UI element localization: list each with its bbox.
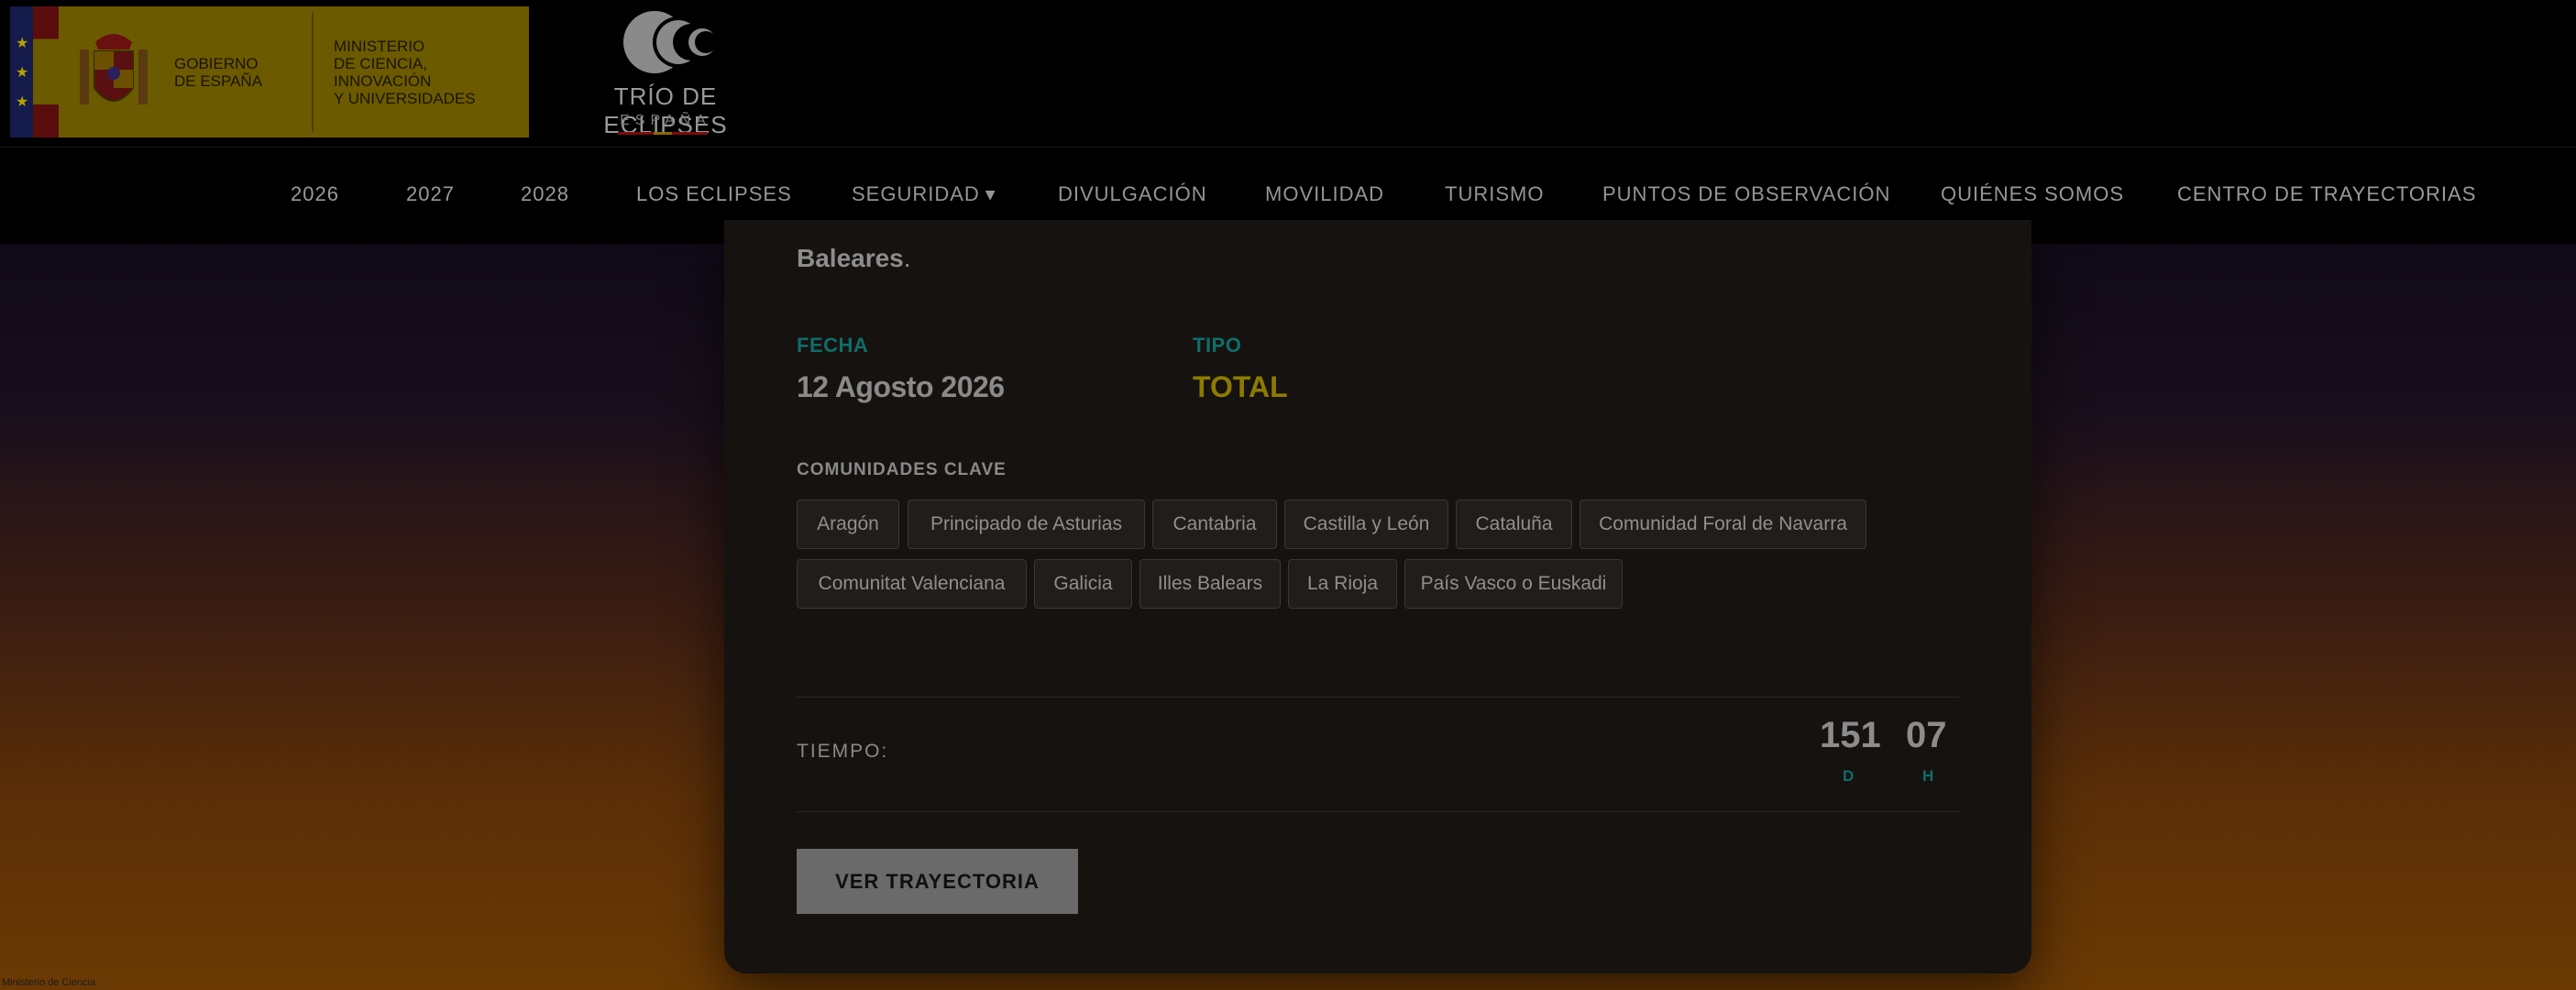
nav-item-divulgacion[interactable]: DIVULGACIÓN bbox=[1058, 182, 1207, 206]
nav-item-label: TURISMO bbox=[1445, 182, 1545, 205]
divider bbox=[797, 697, 1959, 698]
eclipse-card: Baleares. FECHA 12 Agosto 2026 TIPO TOTA… bbox=[724, 220, 2031, 974]
star-icon: ★ bbox=[16, 34, 29, 51]
fecha-label: FECHA bbox=[797, 334, 869, 357]
nav-item-2027[interactable]: 2027 bbox=[406, 182, 455, 206]
nav-item-label: LOS ECLIPSES bbox=[636, 182, 792, 205]
trio-eclipses-logo[interactable]: TRÍO DE ECLIPSES ESPAÑA bbox=[574, 7, 757, 138]
gobierno-espana-logo[interactable]: ★ ★ ★ GOBIERNO DE ESPAÑA MINISTERIO DE C… bbox=[10, 6, 529, 138]
trio-logo-name: TRÍO DE ECLIPSES bbox=[603, 82, 728, 138]
intro-region: Baleares bbox=[797, 244, 904, 272]
countdown-hours: 07 bbox=[1906, 715, 1947, 755]
nav-item-label: 2026 bbox=[291, 182, 339, 205]
nav-item-quienes-somos[interactable]: QUIÉNES SOMOS bbox=[1941, 182, 2124, 206]
chip-castilla-y-leon[interactable]: Castilla y León bbox=[1284, 500, 1448, 549]
chip-la-rioja[interactable]: La Rioja bbox=[1288, 559, 1397, 609]
coat-of-arms-icon bbox=[59, 6, 169, 138]
nav-item-puntos-de-observacion[interactable]: PUNTOS DE OBSERVACIÓN bbox=[1602, 182, 1890, 206]
gobierno-text: GOBIERNO DE ESPAÑA bbox=[169, 6, 312, 138]
nav-item-seguridad[interactable]: SEGURIDAD ▼ bbox=[852, 182, 996, 206]
chip-navarra[interactable]: Comunidad Foral de Navarra bbox=[1580, 500, 1866, 549]
nav-item-2028[interactable]: 2028 bbox=[521, 182, 569, 206]
comunidades-label: COMUNIDADES CLAVE bbox=[797, 460, 1007, 479]
spain-flag-band bbox=[33, 6, 59, 138]
footer-text: Ministerio de Ciencia bbox=[2, 977, 96, 988]
star-icon: ★ bbox=[16, 93, 29, 110]
countdown-hours-unit: H bbox=[1922, 767, 1934, 785]
countdown-days: 151 bbox=[1820, 715, 1881, 755]
chip-illes-balears[interactable]: Illes Balears bbox=[1139, 559, 1281, 609]
trio-logo-country: ESPAÑA bbox=[620, 113, 711, 128]
tipo-label: TIPO bbox=[1193, 334, 1242, 357]
intro-text-tail: Baleares. bbox=[797, 244, 911, 273]
nav-item-2026[interactable]: 2026 bbox=[291, 182, 339, 206]
chip-cataluna[interactable]: Cataluña bbox=[1456, 500, 1572, 549]
chip-galicia[interactable]: Galicia bbox=[1034, 559, 1132, 609]
ministerio-line: DE CIENCIA, INNOVACIÓN bbox=[334, 54, 432, 90]
tipo-value: TOTAL bbox=[1193, 370, 1288, 403]
fecha-value: 12 Agosto 2026 bbox=[797, 370, 1005, 403]
nav-item-label: CENTRO DE TRAYECTORIAS bbox=[2177, 182, 2477, 205]
chip-pais-vasco[interactable]: País Vasco o Euskadi bbox=[1404, 559, 1623, 609]
chip-aragon[interactable]: Aragón bbox=[797, 500, 899, 549]
chip-asturias[interactable]: Principado de Asturias bbox=[908, 500, 1145, 549]
nav-item-label: 2028 bbox=[521, 182, 569, 205]
site-header: ★ ★ ★ GOBIERNO DE ESPAÑA MINISTERIO DE C… bbox=[0, 0, 2576, 244]
nav-item-movilidad[interactable]: MOVILIDAD bbox=[1265, 182, 1384, 206]
divider bbox=[797, 811, 1959, 812]
ministerio-text: MINISTERIO DE CIENCIA, INNOVACIÓN Y UNIV… bbox=[314, 6, 529, 138]
nav-item-centro-de-trayectorias[interactable]: CENTRO DE TRAYECTORIAS bbox=[2177, 182, 2476, 206]
star-icon: ★ bbox=[16, 63, 29, 81]
nav-item-label: DIVULGACIÓN bbox=[1058, 182, 1207, 205]
chevron-down-icon: ▼ bbox=[985, 188, 996, 203]
nav-item-los-eclipses[interactable]: LOS ECLIPSES bbox=[636, 182, 792, 206]
countdown-days-unit: D bbox=[1843, 767, 1855, 785]
trio-logo-underline bbox=[618, 132, 708, 135]
ver-trayectoria-button[interactable]: VER TRAYECTORIA bbox=[797, 849, 1078, 914]
nav-item-label: MOVILIDAD bbox=[1265, 182, 1385, 205]
chip-cantabria[interactable]: Cantabria bbox=[1152, 500, 1277, 549]
gobierno-line: GOBIERNO bbox=[174, 54, 259, 72]
intro-period: . bbox=[903, 244, 911, 272]
eclipse-circles-icon bbox=[623, 11, 717, 73]
tiempo-label: TIEMPO: bbox=[797, 741, 889, 762]
ministerio-line: MINISTERIO bbox=[334, 37, 425, 55]
nav-item-label: SEGURIDAD bbox=[852, 182, 980, 205]
gobierno-line: DE ESPAÑA bbox=[174, 72, 263, 90]
nav-item-label: QUIÉNES SOMOS bbox=[1941, 182, 2125, 205]
chip-valenciana[interactable]: Comunitat Valenciana bbox=[797, 559, 1027, 609]
nav-item-turismo[interactable]: TURISMO bbox=[1445, 182, 1544, 206]
nav-item-label: PUNTOS DE OBSERVACIÓN bbox=[1602, 182, 1891, 205]
ministerio-line: Y UNIVERSIDADES bbox=[334, 89, 476, 107]
nav-item-label: 2027 bbox=[406, 182, 455, 205]
eu-flag-band: ★ ★ ★ bbox=[10, 6, 33, 138]
